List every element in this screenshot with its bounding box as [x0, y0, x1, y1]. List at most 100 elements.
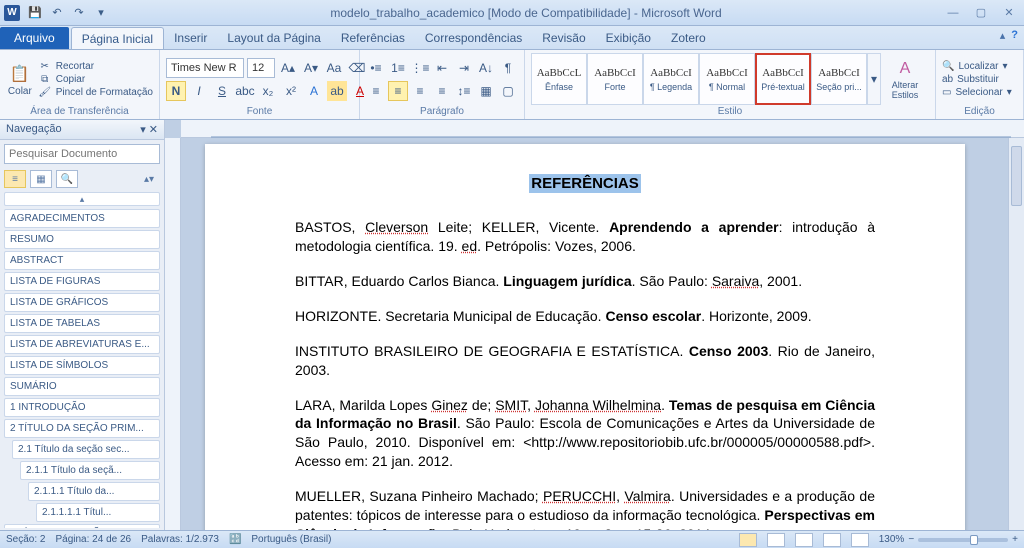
- zoom-slider[interactable]: [918, 538, 1008, 542]
- shading-icon[interactable]: ▦: [476, 81, 496, 101]
- tab-review[interactable]: Revisão: [532, 27, 595, 49]
- nav-item[interactable]: AGRADECIMENTOS: [4, 209, 160, 228]
- nav-item[interactable]: LISTA DE FIGURAS: [4, 272, 160, 291]
- font-size-combo[interactable]: 12: [247, 58, 275, 78]
- subscript-button[interactable]: x₂: [258, 81, 278, 101]
- font-name-combo[interactable]: Times New R: [166, 58, 244, 78]
- nav-item[interactable]: LISTA DE ABREVIATURAS E...: [4, 335, 160, 354]
- zoom-out-icon[interactable]: −: [908, 534, 914, 545]
- nav-item[interactable]: 1 INTRODUÇÃO: [4, 398, 160, 417]
- show-marks-icon[interactable]: ¶: [498, 58, 518, 78]
- status-section[interactable]: Seção: 2: [6, 534, 45, 545]
- style--normal[interactable]: AaBbCcI¶ Normal: [699, 53, 755, 105]
- multilevel-icon[interactable]: ⋮≡: [410, 58, 430, 78]
- tab-layout[interactable]: Layout da Página: [217, 27, 330, 49]
- tab-home[interactable]: Página Inicial: [71, 27, 164, 49]
- justify-icon[interactable]: ≡: [432, 81, 452, 101]
- style-se-o-pri-[interactable]: AaBbCcISeção pri...: [811, 53, 867, 105]
- align-right-icon[interactable]: ≡: [410, 81, 430, 101]
- view-print-layout[interactable]: [739, 533, 757, 547]
- style--nfase[interactable]: AaBbCcLÊnfase: [531, 53, 587, 105]
- qat-dropdown-icon[interactable]: ▾: [92, 4, 110, 22]
- nav-item[interactable]: 2 TÍTULO DA SEÇÃO PRIM...: [4, 419, 160, 438]
- nav-view-headings[interactable]: ≡: [4, 170, 26, 188]
- copy-button[interactable]: ⧉Copiar: [38, 74, 153, 85]
- tab-references[interactable]: Referências: [331, 27, 415, 49]
- view-fullscreen[interactable]: [767, 533, 785, 547]
- tab-insert[interactable]: Inserir: [164, 27, 217, 49]
- decrease-indent-icon[interactable]: ⇤: [432, 58, 452, 78]
- change-styles-button[interactable]: A Alterar Estilos: [881, 56, 929, 102]
- tab-zotero[interactable]: Zotero: [661, 27, 716, 49]
- nav-view-results[interactable]: 🔍: [56, 170, 78, 188]
- highlight-icon[interactable]: ab: [327, 81, 347, 101]
- style-forte[interactable]: AaBbCcIForte: [587, 53, 643, 105]
- underline-button[interactable]: S: [212, 81, 232, 101]
- zoom-knob[interactable]: [970, 535, 978, 545]
- status-language[interactable]: Português (Brasil): [251, 534, 331, 545]
- nav-view-pages[interactable]: ▦: [30, 170, 52, 188]
- zoom-level[interactable]: 130%: [879, 534, 905, 545]
- nav-item[interactable]: 2.1 Título da seção sec...: [12, 440, 160, 459]
- view-outline[interactable]: [823, 533, 841, 547]
- style-pr-textual[interactable]: AaBbCcIPré-textual: [755, 53, 811, 105]
- nav-item[interactable]: LISTA DE TABELAS: [4, 314, 160, 333]
- horizontal-ruler[interactable]: [181, 120, 1024, 138]
- zoom-in-icon[interactable]: +: [1012, 534, 1018, 545]
- align-left-icon[interactable]: ≡: [366, 81, 386, 101]
- view-web[interactable]: [795, 533, 813, 547]
- styles-more-icon[interactable]: ▾: [867, 53, 881, 105]
- undo-icon[interactable]: ↶: [48, 4, 66, 22]
- line-spacing-icon[interactable]: ↕≡: [454, 81, 474, 101]
- nav-item[interactable]: LISTA DE SÍMBOLOS: [4, 356, 160, 375]
- nav-scroll-top[interactable]: ▴: [4, 192, 160, 206]
- ribbon-minimize-icon[interactable]: ▴: [1000, 29, 1006, 42]
- superscript-button[interactable]: x²: [281, 81, 301, 101]
- tab-view[interactable]: Exibição: [596, 27, 661, 49]
- nav-search-input[interactable]: [4, 144, 160, 164]
- find-button[interactable]: 🔍Localizar▾: [942, 61, 1012, 72]
- nav-item[interactable]: ABSTRACT: [4, 251, 160, 270]
- scroll-thumb[interactable]: [1011, 146, 1022, 206]
- grow-font-icon[interactable]: A▴: [278, 58, 298, 78]
- cut-button[interactable]: ✂Recortar: [38, 61, 153, 72]
- save-icon[interactable]: 💾: [26, 4, 44, 22]
- page[interactable]: REFERÊNCIAS BASTOS, Cleverson Leite; KEL…: [205, 144, 965, 530]
- nav-item[interactable]: 2.1.1.1 Título da...: [28, 482, 160, 501]
- shrink-font-icon[interactable]: A▾: [301, 58, 321, 78]
- vertical-scrollbar[interactable]: [1008, 138, 1024, 530]
- style--legenda[interactable]: AaBbCcI¶ Legenda: [643, 53, 699, 105]
- nav-item[interactable]: SUMÁRIO: [4, 377, 160, 396]
- nav-close-icon[interactable]: ✕: [149, 124, 158, 136]
- change-case-icon[interactable]: Aa: [324, 58, 344, 78]
- vertical-ruler[interactable]: [165, 138, 181, 530]
- minimize-icon[interactable]: —: [942, 5, 964, 21]
- close-icon[interactable]: ✕: [998, 5, 1020, 21]
- nav-item[interactable]: RESUMO: [4, 230, 160, 249]
- nav-collapse-icon[interactable]: ▴▾: [138, 170, 160, 188]
- align-center-icon[interactable]: ≡: [388, 81, 408, 101]
- help-icon[interactable]: ?: [1011, 29, 1018, 42]
- numbering-icon[interactable]: 1≡: [388, 58, 408, 78]
- tab-file[interactable]: Arquivo: [0, 27, 69, 49]
- select-button[interactable]: ▭Selecionar▾: [942, 87, 1012, 98]
- strike-button[interactable]: abc: [235, 81, 255, 101]
- sort-icon[interactable]: A↓: [476, 58, 496, 78]
- bold-button[interactable]: N: [166, 81, 186, 101]
- nav-dropdown-icon[interactable]: ▾: [140, 124, 146, 136]
- tab-mailings[interactable]: Correspondências: [415, 27, 532, 49]
- maximize-icon[interactable]: ▢: [970, 5, 992, 21]
- text-effects-icon[interactable]: A: [304, 81, 324, 101]
- view-draft[interactable]: [851, 533, 869, 547]
- paste-button[interactable]: 📋 Colar: [6, 56, 34, 102]
- nav-item[interactable]: 2.1.1.1.1 Títul...: [36, 503, 160, 522]
- increase-indent-icon[interactable]: ⇥: [454, 58, 474, 78]
- replace-button[interactable]: abSubstituir: [942, 74, 1012, 85]
- borders-icon[interactable]: ▢: [498, 81, 518, 101]
- format-painter-button[interactable]: 🖌Pincel de Formatação: [38, 87, 153, 98]
- nav-item[interactable]: 2.1.1 Título da seçã...: [20, 461, 160, 480]
- status-page[interactable]: Página: 24 de 26: [55, 534, 131, 545]
- status-words[interactable]: Palavras: 1/2.973: [141, 534, 219, 545]
- nav-item[interactable]: 3 TÍTULO DA SEÇÃO PRIM...: [4, 524, 160, 528]
- italic-button[interactable]: I: [189, 81, 209, 101]
